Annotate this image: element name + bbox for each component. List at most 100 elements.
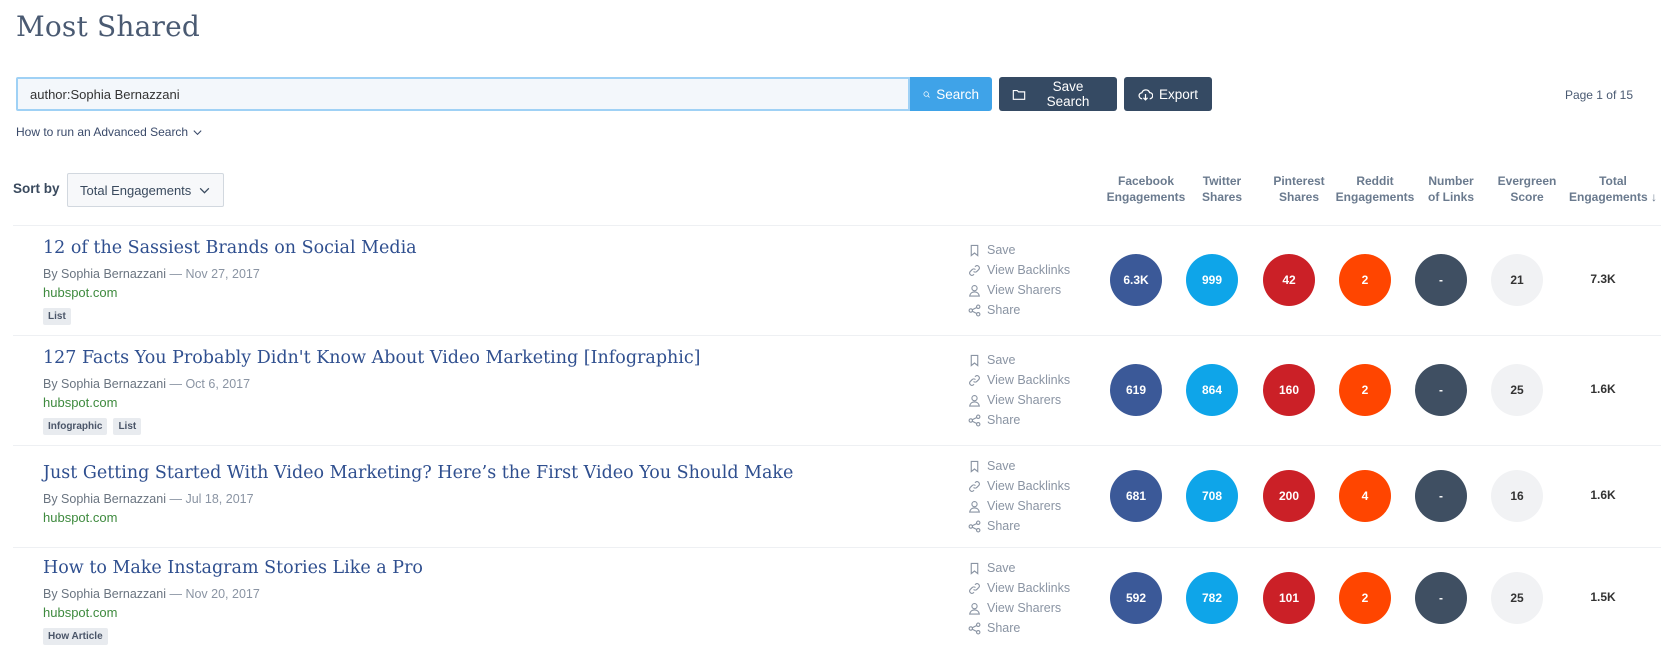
pinterest-shares-badge: 101 (1263, 572, 1315, 624)
result-title[interactable]: How to Make Instagram Stories Like a Pro (43, 558, 423, 578)
result-byline: By Sophia Bernazzani — Nov 20, 2017 (43, 587, 260, 601)
share-action[interactable]: Share (968, 300, 1070, 320)
facebook-engagements-badge: 592 (1110, 572, 1162, 624)
total-engagements: 1.5K (1590, 590, 1616, 604)
link-icon (969, 374, 980, 386)
user-icon (969, 284, 980, 297)
total-engagements: 1.6K (1590, 382, 1616, 396)
content-type-tag: How Article (43, 628, 108, 645)
search-bar: Search Save Search Export (16, 77, 1212, 111)
author-link[interactable]: By Sophia Bernazzani (43, 587, 166, 601)
facebook-engagements-badge: 6.3K (1110, 254, 1162, 306)
view-sharers-action[interactable]: View Sharers (968, 496, 1070, 516)
save-action[interactable]: Save (968, 350, 1070, 370)
share-action[interactable]: Share (968, 410, 1070, 430)
result-tags: List (43, 308, 71, 325)
save-search-label: Save Search (1046, 79, 1090, 109)
advanced-search-label: How to run an Advanced Search (16, 125, 189, 139)
publish-date: — Nov 27, 2017 (166, 267, 260, 281)
result-domain[interactable]: hubspot.com (43, 285, 117, 300)
twitter-shares-badge: 999 (1186, 254, 1238, 306)
evergreen-score-badge: 25 (1491, 364, 1543, 416)
share-icon (968, 304, 981, 316)
view-backlinks-action[interactable]: View Backlinks (968, 370, 1070, 390)
author-link[interactable]: By Sophia Bernazzani (43, 492, 166, 506)
export-button[interactable]: Export (1124, 77, 1212, 111)
page-title: Most Shared (16, 10, 201, 43)
user-icon (969, 394, 980, 407)
result-row: Just Getting Started With Video Marketin… (13, 445, 1661, 547)
content-type-tag: List (113, 418, 142, 435)
result-row: 12 of the Sassiest Brands on Social Medi… (13, 225, 1661, 335)
result-byline: By Sophia Bernazzani — Oct 6, 2017 (43, 377, 250, 391)
pinterest-shares-badge: 160 (1263, 364, 1315, 416)
search-input[interactable] (16, 77, 910, 111)
bookmark-icon (970, 460, 979, 473)
export-label: Export (1158, 86, 1199, 102)
share-action[interactable]: Share (968, 516, 1070, 536)
column-header-facebook[interactable]: Facebook Engagements (1106, 173, 1186, 205)
number-of-links-badge: - (1415, 364, 1467, 416)
save-action[interactable]: Save (968, 456, 1070, 476)
number-of-links-badge: - (1415, 470, 1467, 522)
evergreen-score-badge: 21 (1491, 254, 1543, 306)
twitter-shares-badge: 708 (1186, 470, 1238, 522)
view-sharers-action[interactable]: View Sharers (968, 280, 1070, 300)
author-link[interactable]: By Sophia Bernazzani (43, 377, 166, 391)
evergreen-score-badge: 16 (1491, 470, 1543, 522)
author-link[interactable]: By Sophia Bernazzani (43, 267, 166, 281)
publish-date: — Jul 18, 2017 (166, 492, 254, 506)
result-title[interactable]: 12 of the Sassiest Brands on Social Medi… (43, 238, 417, 258)
result-domain[interactable]: hubspot.com (43, 605, 117, 620)
save-action[interactable]: Save (968, 240, 1070, 260)
result-title[interactable]: 127 Facts You Probably Didn't Know About… (43, 348, 701, 368)
chevron-down-icon (193, 129, 202, 135)
column-header-pinterest[interactable]: Pinterest Shares (1259, 173, 1339, 205)
bookmark-icon (970, 562, 979, 575)
result-row: 127 Facts You Probably Didn't Know About… (13, 335, 1661, 445)
total-engagements: 7.3K (1590, 272, 1616, 286)
search-button[interactable]: Search (910, 77, 992, 111)
column-header-links[interactable]: Number of Links (1411, 173, 1491, 205)
result-byline: By Sophia Bernazzani — Jul 18, 2017 (43, 492, 254, 506)
column-header-total[interactable]: Total Engagements ↓ (1566, 173, 1660, 205)
save-action[interactable]: Save (968, 558, 1070, 578)
search-icon (923, 90, 930, 98)
share-icon (968, 622, 981, 634)
column-header-twitter[interactable]: Twitter Shares (1182, 173, 1262, 205)
sort-label: Sort by (13, 181, 60, 196)
page-indicator: Page 1 of 15 (1564, 88, 1633, 102)
link-icon (969, 264, 980, 276)
result-title[interactable]: Just Getting Started With Video Marketin… (43, 463, 793, 483)
view-backlinks-action[interactable]: View Backlinks (968, 476, 1070, 496)
view-sharers-action[interactable]: View Sharers (968, 390, 1070, 410)
reddit-engagements-badge: 2 (1339, 364, 1391, 416)
sort-selected-value: Total Engagements (80, 182, 192, 198)
publish-date: — Oct 6, 2017 (166, 377, 251, 391)
column-header-evergreen[interactable]: Evergreen Score (1487, 173, 1567, 205)
column-header-reddit[interactable]: Reddit Engagements (1335, 173, 1415, 205)
sort-dropdown[interactable]: Total Engagements (67, 173, 224, 207)
share-action[interactable]: Share (968, 618, 1070, 638)
pinterest-shares-badge: 200 (1263, 470, 1315, 522)
view-backlinks-action[interactable]: View Backlinks (968, 578, 1070, 598)
save-search-button[interactable]: Save Search (999, 77, 1117, 111)
advanced-search-link[interactable]: How to run an Advanced Search (16, 125, 203, 139)
twitter-shares-badge: 864 (1186, 364, 1238, 416)
user-icon (969, 500, 980, 513)
view-backlinks-action[interactable]: View Backlinks (968, 260, 1070, 280)
result-domain[interactable]: hubspot.com (43, 510, 117, 525)
content-type-tag: List (43, 308, 71, 325)
result-domain[interactable]: hubspot.com (43, 395, 117, 410)
share-icon (968, 414, 981, 426)
bookmark-icon (970, 354, 979, 367)
total-engagements: 1.6K (1590, 488, 1616, 502)
link-icon (969, 582, 980, 594)
twitter-shares-badge: 782 (1186, 572, 1238, 624)
result-tags: Infographic List (43, 418, 142, 435)
view-sharers-action[interactable]: View Sharers (968, 598, 1070, 618)
reddit-engagements-badge: 2 (1339, 572, 1391, 624)
search-button-label: Search (936, 86, 979, 102)
evergreen-score-badge: 25 (1491, 572, 1543, 624)
publish-date: — Nov 20, 2017 (166, 587, 260, 601)
